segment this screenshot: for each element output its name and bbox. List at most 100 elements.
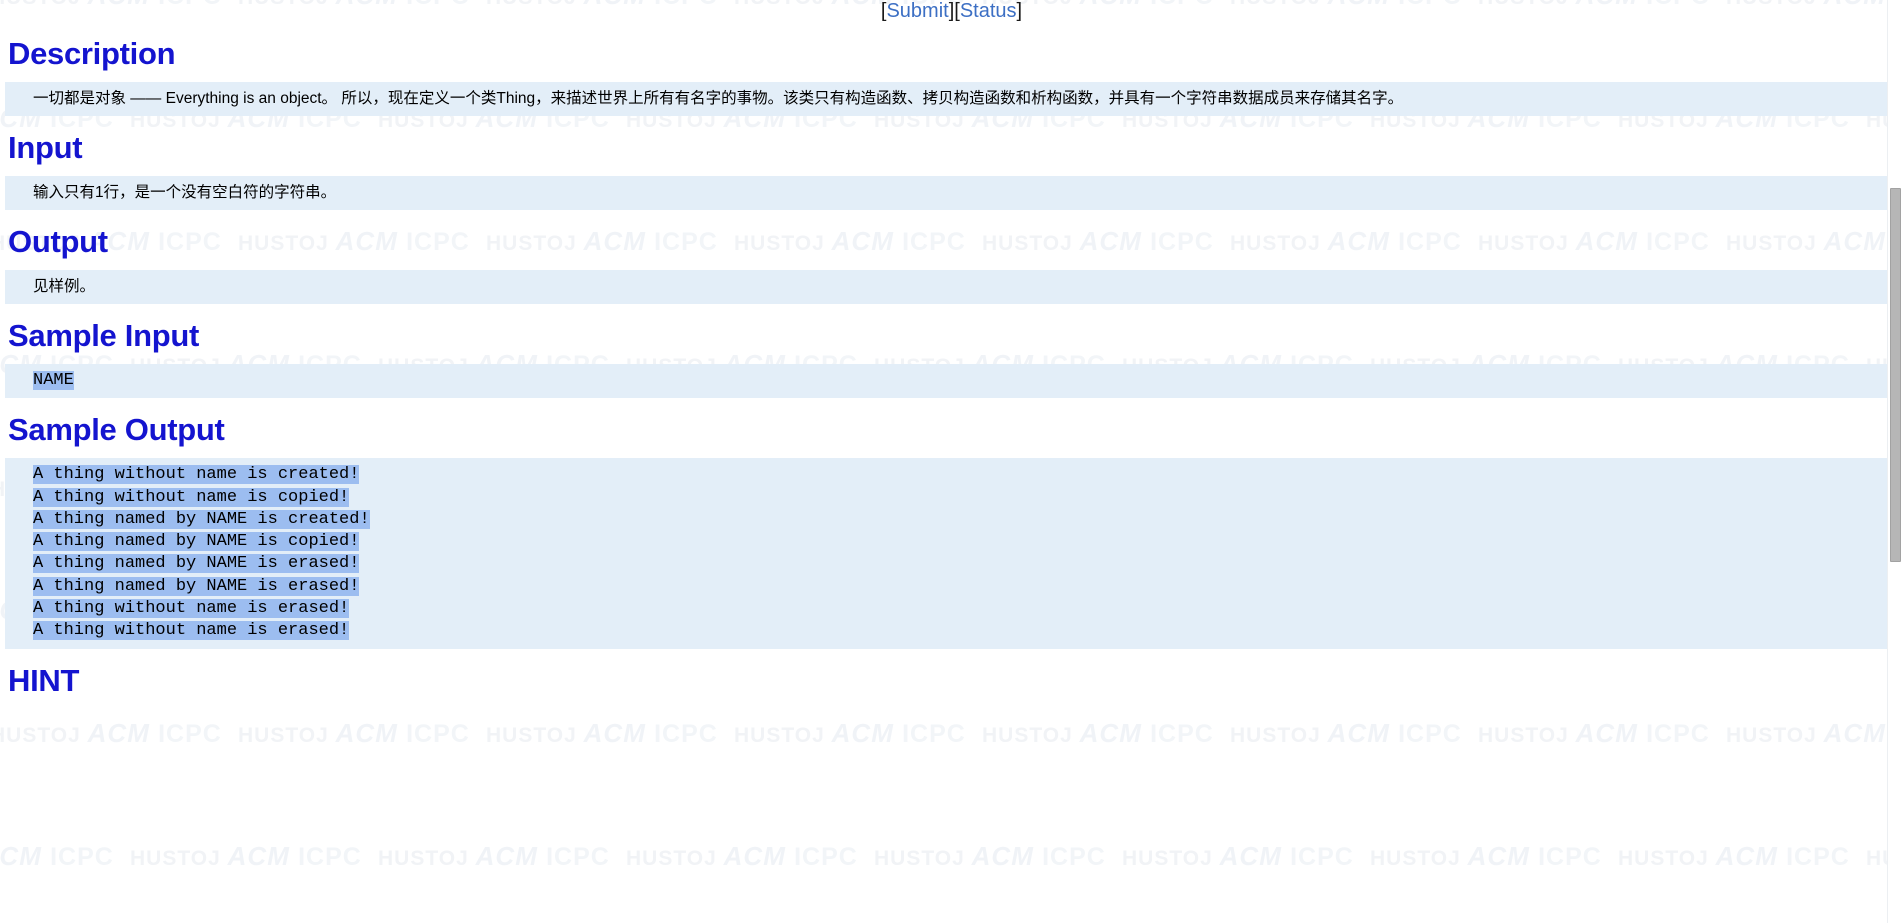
watermark-unit: HUSTOJ ACM ICPC bbox=[378, 841, 626, 872]
watermark-acm-text: ACM bbox=[227, 841, 299, 871]
watermark-unit: HUSTOJ ACM ICPC bbox=[0, 718, 238, 749]
selected-text: A thing without name is copied! bbox=[33, 487, 350, 507]
selected-text: NAME bbox=[33, 371, 74, 390]
watermark-acm-text: ACM bbox=[1327, 718, 1399, 748]
sample-input-text: NAME bbox=[5, 370, 1898, 392]
code-line: A thing without name is copied! bbox=[33, 487, 1898, 509]
watermark-hustoj-text: HUSTOJ bbox=[1122, 847, 1220, 870]
problem-page: [Submit][Status] Description 一切都是对象 —— E… bbox=[0, 0, 1903, 709]
watermark-unit: HUSTOJ ACM ICPC bbox=[874, 841, 1122, 872]
watermark-hustoj-text: HUSTOJ bbox=[238, 724, 336, 747]
watermark-unit: HUSTOJ ACM ICPC bbox=[1370, 841, 1618, 872]
input-text: 输入只有1行，是一个没有空白符的字符串。 bbox=[33, 184, 337, 201]
output-panel: 见样例。 bbox=[5, 270, 1898, 304]
watermark-hustoj-text: HUSTOJ bbox=[1230, 724, 1328, 747]
description-text: 一切都是对象 —— Everything is an object。 所以，现在… bbox=[33, 90, 1404, 107]
selected-text: A thing named by NAME is created! bbox=[33, 509, 370, 529]
watermark-hustoj-text: HUSTOJ bbox=[1370, 847, 1468, 870]
code-line: A thing named by NAME is erased! bbox=[33, 553, 1898, 575]
watermark-unit: HUSTOJ ACM ICPC bbox=[486, 718, 734, 749]
code-line: A thing without name is erased! bbox=[33, 620, 1898, 642]
watermark-acm-text: ACM bbox=[831, 718, 903, 748]
watermark-hustoj-text: HUSTOJ bbox=[626, 847, 724, 870]
watermark-icpc-text: ICPC bbox=[1398, 720, 1462, 748]
code-line: NAME bbox=[33, 370, 1898, 392]
selected-text: A thing without name is created! bbox=[33, 465, 360, 485]
status-link[interactable]: Status bbox=[960, 0, 1017, 22]
sample-input-heading: Sample Input bbox=[8, 318, 200, 353]
watermark-unit: HUSTOJ ACM ICPC bbox=[1618, 841, 1866, 872]
watermark-acm-text: ACM bbox=[583, 718, 655, 748]
watermark-acm-text: ACM bbox=[1823, 718, 1895, 748]
description-panel: 一切都是对象 —— Everything is an object。 所以，现在… bbox=[5, 82, 1898, 116]
watermark-acm-text: ACM bbox=[87, 718, 159, 748]
watermark-acm-text: ACM bbox=[1467, 841, 1539, 871]
watermark-icpc-text: ICPC bbox=[1290, 843, 1354, 871]
watermark-unit: HUSTOJ ACM ICPC bbox=[1230, 718, 1478, 749]
output-heading: Output bbox=[8, 224, 108, 259]
watermark-icpc-text: ICPC bbox=[1786, 843, 1850, 871]
watermark-unit: HUSTOJ ACM ICPC bbox=[734, 718, 982, 749]
sample-input-panel[interactable]: NAME bbox=[5, 364, 1898, 399]
code-line: A thing named by NAME is created! bbox=[33, 509, 1898, 531]
sample-output-heading: Sample Output bbox=[8, 412, 225, 448]
watermark-unit: HUSTOJ ACM ICPC bbox=[238, 718, 486, 749]
code-line: A thing named by NAME is erased! bbox=[33, 576, 1898, 598]
watermark-hustoj-text: HUSTOJ bbox=[874, 847, 972, 870]
selected-text: A thing named by NAME is erased! bbox=[33, 576, 360, 596]
watermark-unit: HUSTOJ ACM ICPC bbox=[982, 718, 1230, 749]
watermark-unit: HUSTOJ ACM ICPC bbox=[0, 841, 130, 872]
watermark-icpc-text: ICPC bbox=[1538, 843, 1602, 871]
input-heading: Input bbox=[8, 130, 83, 165]
sample-input-pre: NAME bbox=[33, 370, 1898, 392]
watermark-row: HUSTOJ ACM ICPCHUSTOJ ACM ICPCHUSTOJ ACM… bbox=[0, 841, 1903, 872]
watermark-acm-text: ACM bbox=[971, 841, 1043, 871]
sample-output-text: A thing without name is created! A thing … bbox=[5, 464, 1898, 642]
code-line: A thing named by NAME is copied! bbox=[33, 531, 1898, 553]
selected-text: A thing named by NAME is copied! bbox=[33, 532, 360, 552]
description-heading: Description bbox=[8, 36, 176, 71]
watermark-unit: HUSTOJ ACM ICPC bbox=[1478, 718, 1726, 749]
watermark-icpc-text: ICPC bbox=[902, 720, 966, 748]
watermark-unit: HUSTOJ ACM ICPC bbox=[626, 841, 874, 872]
selected-text: A thing without name is erased! bbox=[33, 599, 350, 619]
watermark-icpc-text: ICPC bbox=[158, 720, 222, 748]
watermark-hustoj-text: HUSTOJ bbox=[130, 847, 228, 870]
watermark-hustoj-text: HUSTOJ bbox=[1618, 847, 1716, 870]
watermark-acm-text: ACM bbox=[1715, 841, 1787, 871]
watermark-icpc-text: ICPC bbox=[654, 720, 718, 748]
watermark-hustoj-text: HUSTOJ bbox=[1478, 724, 1576, 747]
watermark-row: HUSTOJ ACM ICPCHUSTOJ ACM ICPCHUSTOJ ACM… bbox=[0, 718, 1903, 749]
vertical-scrollbar-thumb[interactable] bbox=[1890, 188, 1901, 562]
watermark-hustoj-text: HUSTOJ bbox=[0, 724, 81, 747]
vertical-scrollbar-track[interactable] bbox=[1887, 0, 1903, 923]
watermark-acm-text: ACM bbox=[0, 841, 42, 871]
bracket-mid: ][ bbox=[948, 0, 960, 22]
watermark-hustoj-text: HUSTOJ bbox=[378, 847, 476, 870]
bracket-close: ] bbox=[1016, 0, 1023, 22]
watermark-hustoj-text: HUSTOJ bbox=[734, 724, 832, 747]
code-line: A thing without name is created! bbox=[33, 464, 1898, 486]
watermark-acm-text: ACM bbox=[1079, 718, 1151, 748]
watermark-unit: HUSTOJ ACM ICPC bbox=[1726, 718, 1903, 749]
watermark-icpc-text: ICPC bbox=[298, 843, 362, 871]
watermark-unit: HUSTOJ ACM ICPC bbox=[130, 841, 378, 872]
hint-heading: HINT bbox=[8, 662, 80, 698]
watermark-hustoj-text: HUSTOJ bbox=[982, 724, 1080, 747]
watermark-acm-text: ACM bbox=[1575, 718, 1647, 748]
watermark-icpc-text: ICPC bbox=[50, 843, 114, 871]
watermark-icpc-text: ICPC bbox=[546, 843, 610, 871]
watermark-acm-text: ACM bbox=[475, 841, 547, 871]
selected-text: A thing without name is erased! bbox=[33, 621, 350, 641]
selected-text: A thing named by NAME is erased! bbox=[33, 554, 360, 574]
watermark-icpc-text: ICPC bbox=[1042, 843, 1106, 871]
watermark-hustoj-text: HUSTOJ bbox=[486, 724, 584, 747]
output-text: 见样例。 bbox=[33, 278, 96, 295]
submit-link[interactable]: Submit bbox=[886, 0, 948, 22]
watermark-icpc-text: ICPC bbox=[794, 843, 858, 871]
sample-output-pre: A thing without name is created! A thing … bbox=[33, 464, 1898, 642]
input-panel: 输入只有1行，是一个没有空白符的字符串。 bbox=[5, 176, 1898, 210]
watermark-hustoj-text: HUSTOJ bbox=[1726, 724, 1824, 747]
sample-output-panel[interactable]: A thing without name is created! A thing … bbox=[5, 458, 1898, 649]
watermark-icpc-text: ICPC bbox=[406, 720, 470, 748]
